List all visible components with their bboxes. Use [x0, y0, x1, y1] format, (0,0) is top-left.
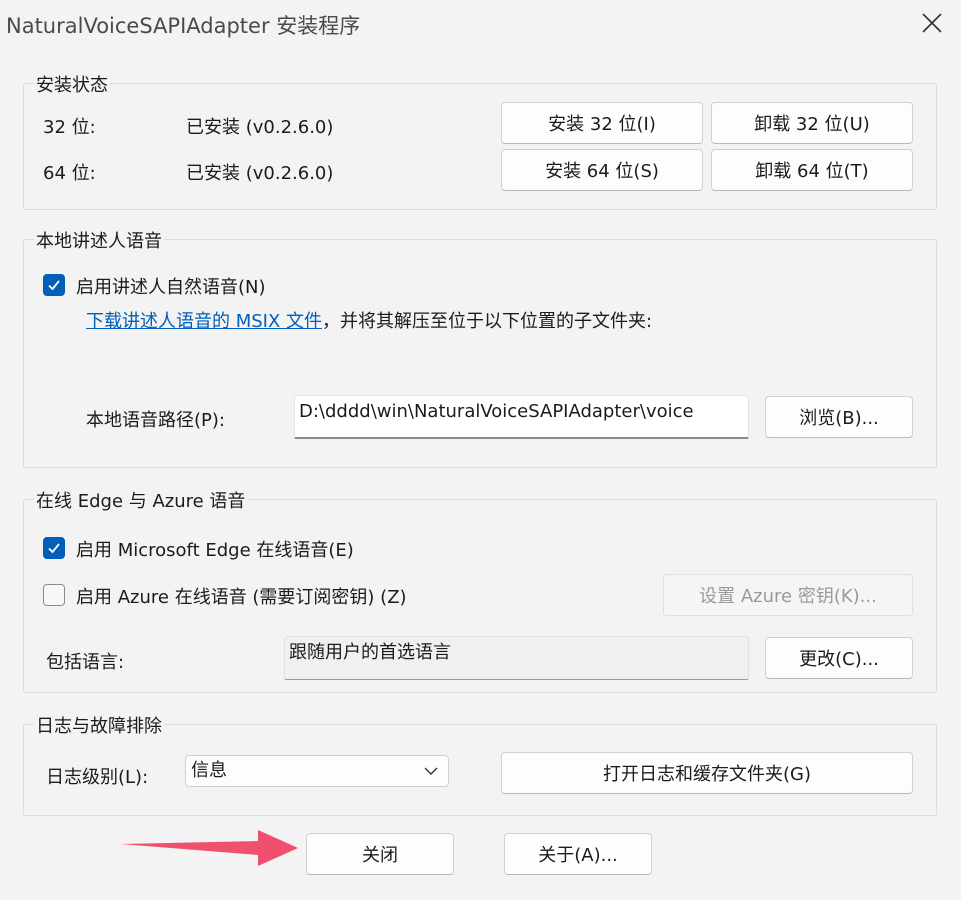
online-voice-title: 在线 Edge 与 Azure 语音 [34, 487, 248, 513]
download-instructions-suffix: ，并将其解压至位于以下位置的子文件夹: [322, 311, 653, 332]
about-button[interactable]: 关于(A)... [504, 833, 652, 875]
azure-key-button[interactable]: 设置 Azure 密钥(K)... [663, 574, 913, 616]
log-level-value: 信息 [191, 760, 227, 781]
enable-edge-label: 启用 Microsoft Edge 在线语音(E) [76, 540, 354, 561]
open-log-folder-button[interactable]: 打开日志和缓存文件夹(G) [501, 752, 913, 794]
enable-azure-checkbox[interactable] [43, 584, 65, 606]
enable-narrator-label: 启用讲述人自然语音(N) [76, 277, 266, 298]
enable-azure-label: 启用 Azure 在线语音 (需要订阅密钥) (Z) [76, 587, 407, 608]
install-64-button[interactable]: 安装 64 位(S) [501, 149, 703, 191]
install-row-64-status: 已安装 (v0.2.6.0) [186, 163, 334, 184]
arrow-annotation-icon [120, 830, 298, 866]
window-title: NaturalVoiceSAPIAdapter 安装程序 [6, 14, 361, 38]
log-level-label: 日志级别(L): [46, 767, 149, 788]
change-languages-button[interactable]: 更改(C)... [765, 637, 913, 679]
languages-label: 包括语言: [46, 652, 125, 673]
browse-button[interactable]: 浏览(B)... [765, 396, 913, 438]
enable-edge-checkbox[interactable] [43, 537, 65, 559]
download-instructions: 下载讲述人语音的 MSIX 文件，并将其解压至位于以下位置的子文件夹: [86, 307, 652, 333]
install-status-title: 安装状态 [34, 71, 110, 97]
local-voice-title: 本地讲述人语音 [34, 227, 164, 253]
local-path-input[interactable]: D:\dddd\win\NaturalVoiceSAPIAdapter\voic… [294, 395, 749, 439]
title-bar: NaturalVoiceSAPIAdapter 安装程序 [0, 0, 961, 50]
checkmark-icon [48, 280, 60, 291]
log-level-select[interactable]: 信息 [185, 755, 449, 787]
install-row-32-label: 32 位: [43, 117, 96, 138]
download-msix-link[interactable]: 下载讲述人语音的 MSIX 文件 [86, 311, 322, 332]
install-row-32-status: 已安装 (v0.2.6.0) [186, 117, 334, 138]
checkmark-icon [48, 543, 60, 554]
window-close-button[interactable] [917, 8, 947, 38]
enable-narrator-checkbox[interactable] [43, 274, 65, 296]
close-button[interactable]: 关闭 [306, 833, 454, 875]
uninstall-64-button[interactable]: 卸载 64 位(T) [711, 149, 913, 191]
install-32-button[interactable]: 安装 32 位(I) [501, 102, 703, 144]
logging-title: 日志与故障排除 [34, 712, 164, 738]
chevron-down-icon [424, 767, 438, 775]
languages-field: 跟随用户的首选语言 [284, 636, 749, 680]
uninstall-32-button[interactable]: 卸载 32 位(U) [711, 102, 913, 144]
close-icon [922, 13, 942, 33]
install-row-64-label: 64 位: [43, 163, 96, 184]
local-path-label: 本地语音路径(P): [86, 410, 225, 431]
